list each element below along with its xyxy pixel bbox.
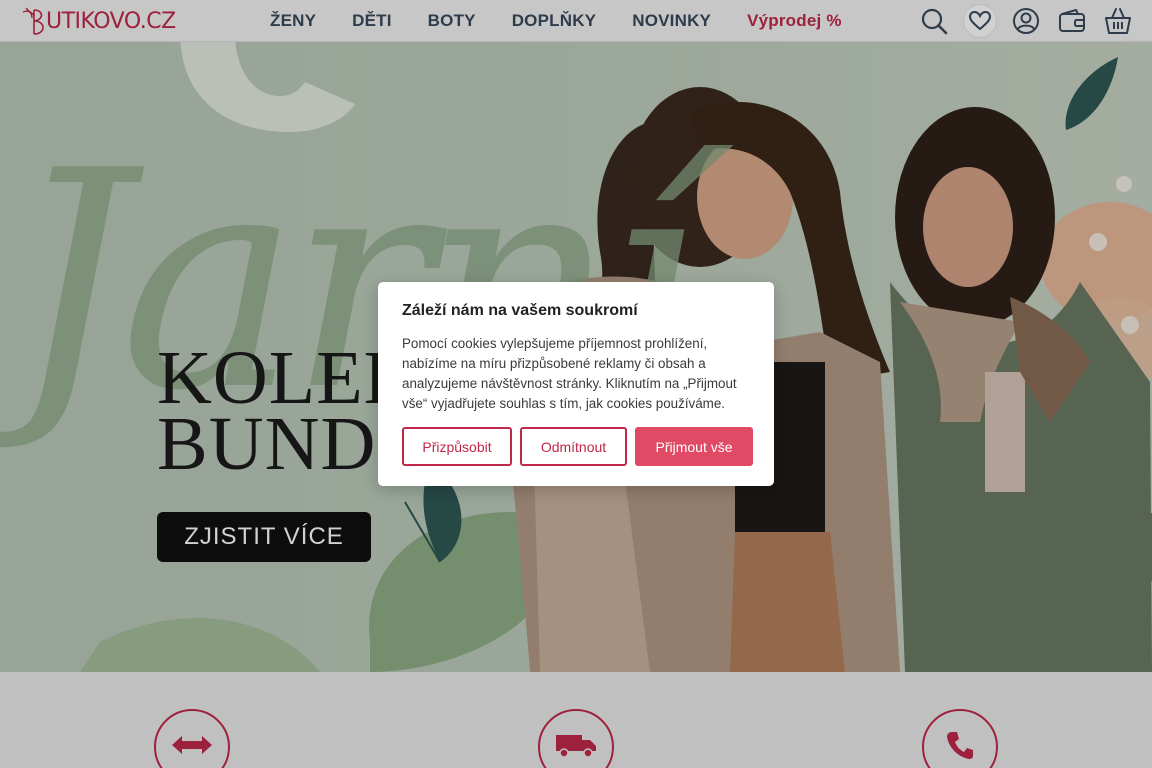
cookie-consent-dialog: Záleží nám na vašem soukromí Pomocí cook… (378, 282, 774, 486)
accept-all-button[interactable]: Přijmout vše (635, 427, 753, 466)
cookie-dialog-title: Záleží nám na vašem soukromí (402, 302, 638, 319)
cookie-dialog-text: Pomocí cookies vylepšujeme příjemnost pr… (402, 336, 737, 411)
reject-button[interactable]: Odmítnout (520, 427, 627, 466)
customize-button[interactable]: Přizpůsobit (402, 427, 512, 466)
cookie-dialog-buttons: Přizpůsobit Odmítnout Přijmout vše (402, 427, 753, 466)
